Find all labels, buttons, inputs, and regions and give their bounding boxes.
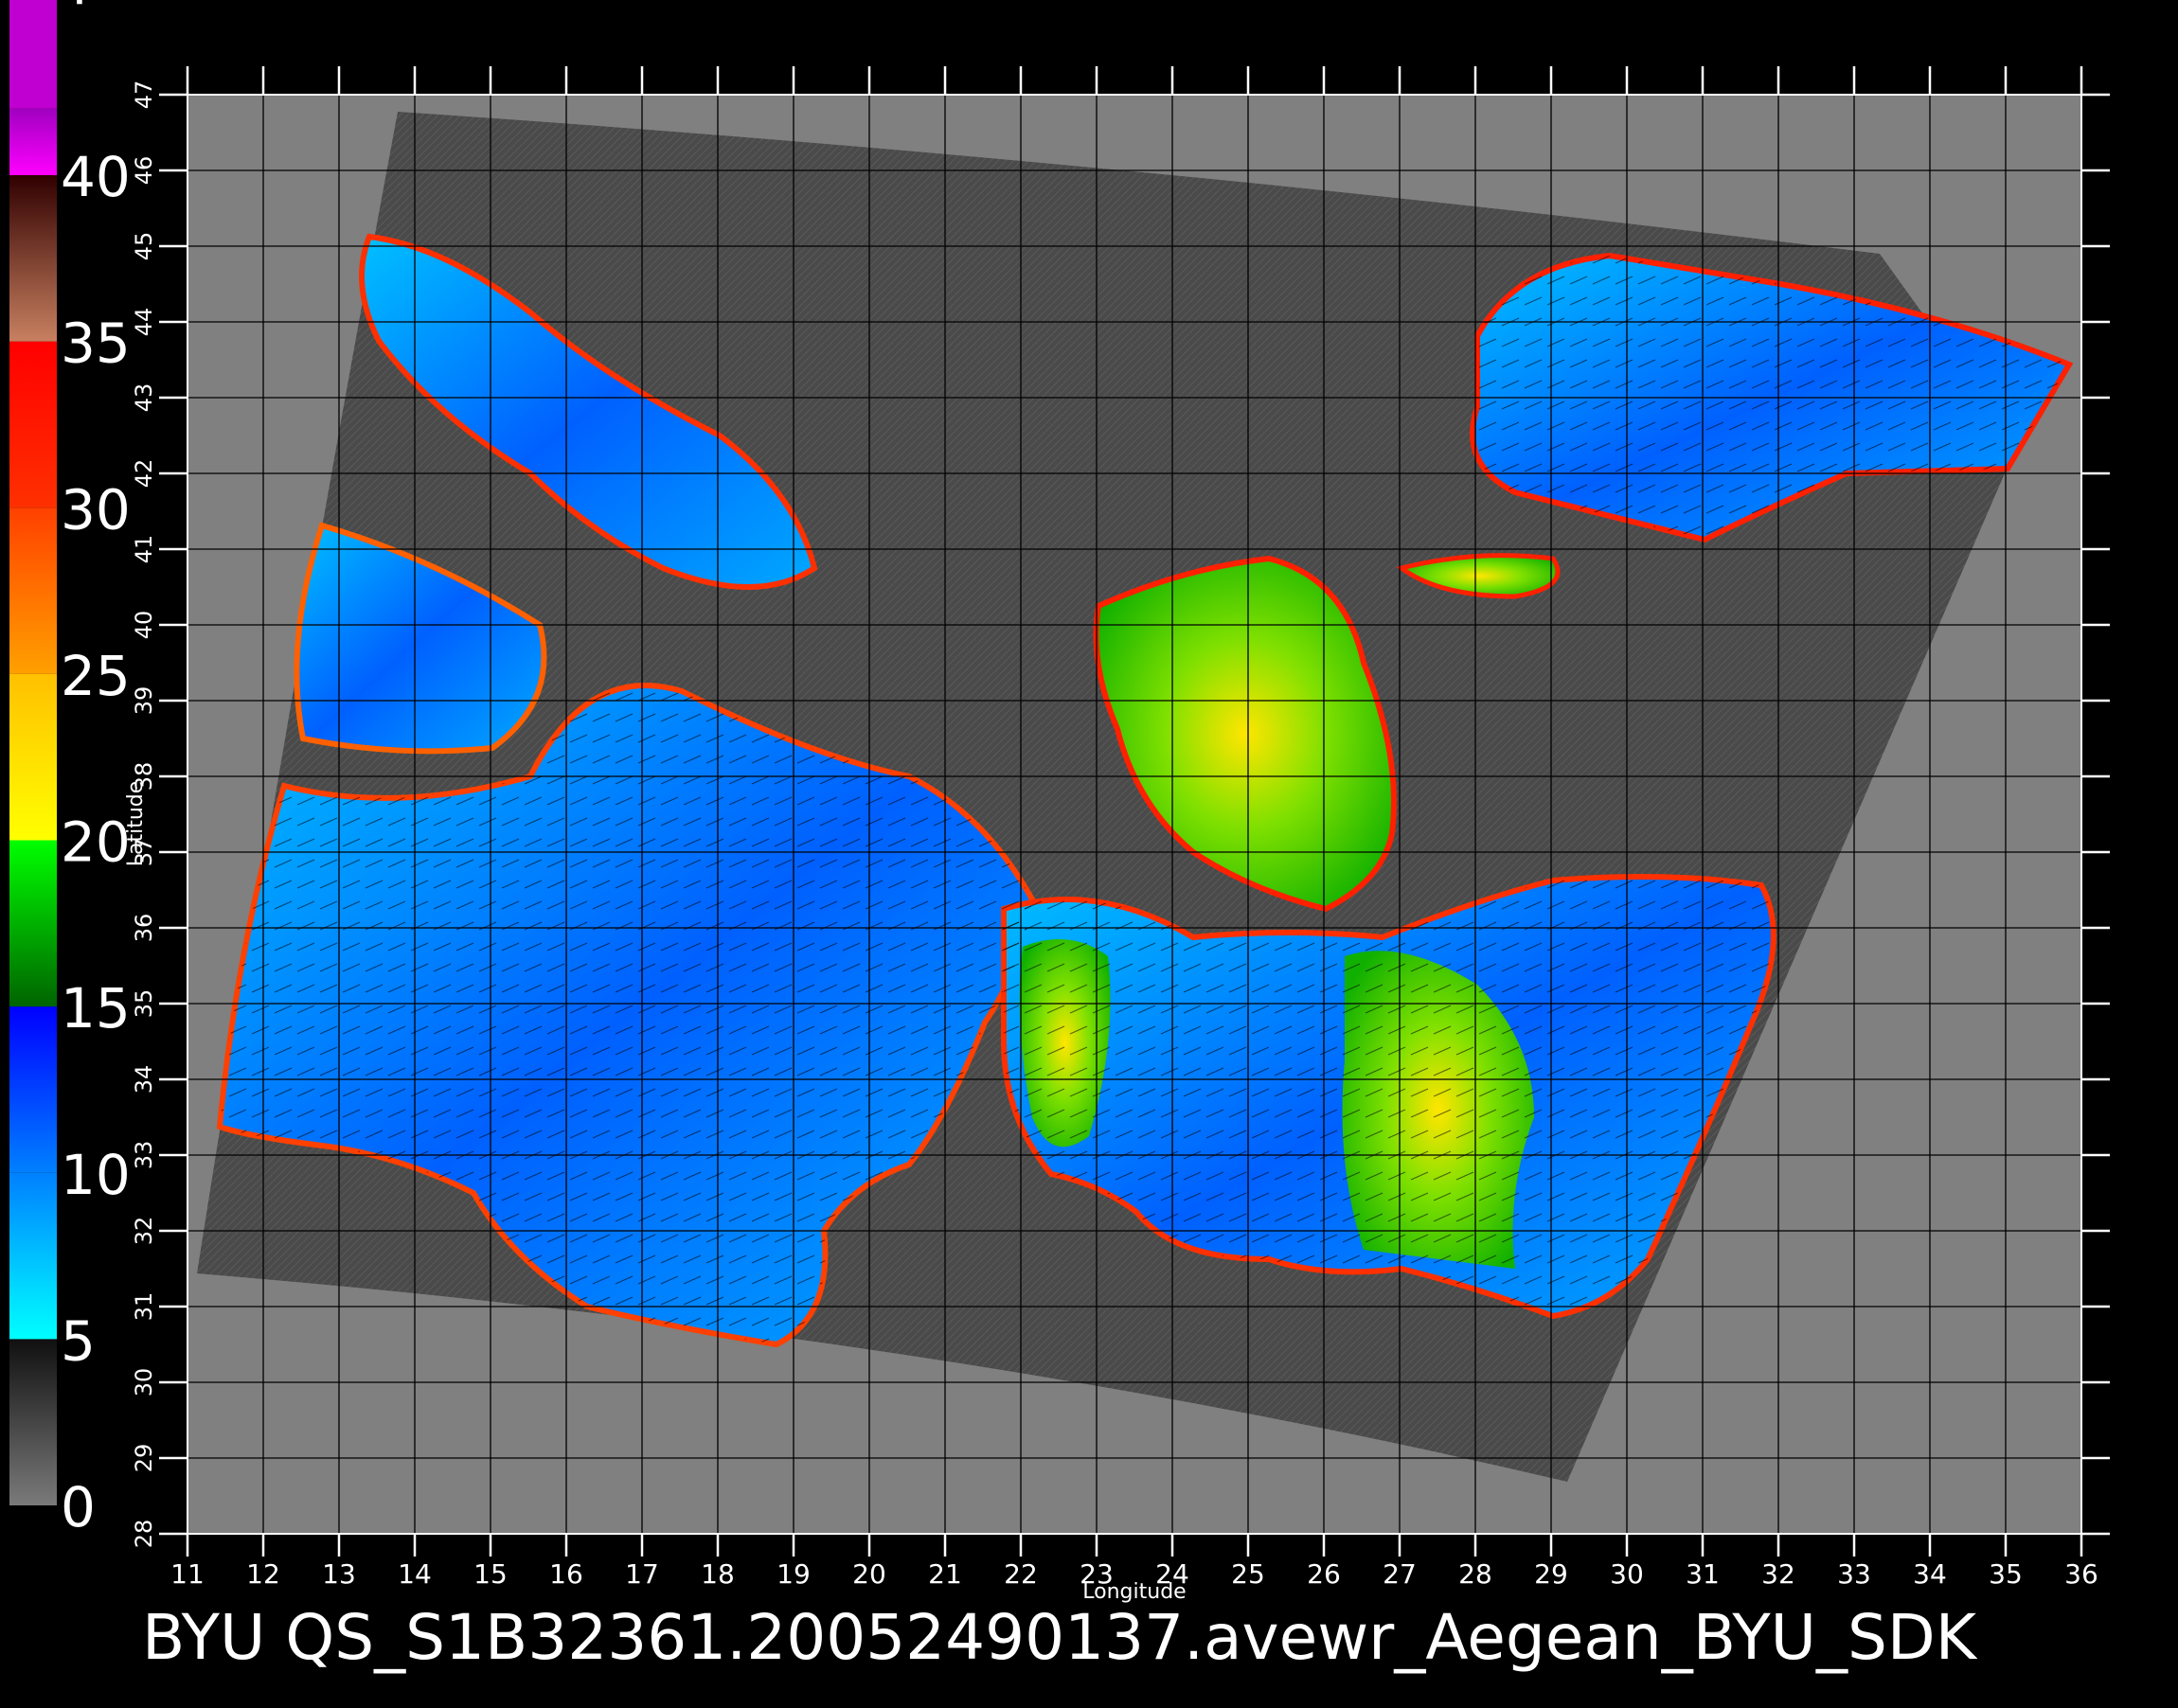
colorbar-band xyxy=(9,1172,57,1340)
y-tick-label: 33 xyxy=(131,1141,157,1170)
x-tick-label: 25 xyxy=(1231,1558,1265,1590)
y-tick-label: 29 xyxy=(131,1444,157,1473)
x-tick-label: 28 xyxy=(1458,1558,1492,1590)
x-tick-label: 34 xyxy=(1913,1558,1947,1590)
x-tick-label: 32 xyxy=(1761,1558,1795,1590)
colorbar-band xyxy=(9,1006,57,1173)
x-tick-label: 31 xyxy=(1686,1558,1720,1590)
x-tick-label: 12 xyxy=(246,1558,280,1590)
x-tick-label: 26 xyxy=(1307,1558,1341,1590)
colorbar-label: 0 xyxy=(61,1475,96,1539)
x-tick-label: 15 xyxy=(473,1558,508,1590)
colorbar-band xyxy=(9,673,57,841)
colorbar-band xyxy=(9,840,57,1007)
colorbar-top-label: 4 xyxy=(57,0,91,17)
y-tick-label: 46 xyxy=(131,156,157,186)
colorbar-band xyxy=(9,175,57,342)
colorbar-label: 10 xyxy=(61,1143,131,1207)
y-tick-label: 44 xyxy=(131,308,157,337)
x-tick-label: 29 xyxy=(1534,1558,1568,1590)
colorbar-band xyxy=(9,0,57,109)
x-tick-label: 18 xyxy=(701,1558,735,1590)
y-tick-label: 35 xyxy=(131,989,157,1019)
x-tick-label: 11 xyxy=(170,1558,205,1590)
x-tick-label: 17 xyxy=(625,1558,659,1590)
colorbar-band xyxy=(9,341,57,508)
wind-map-svg: 0 5 10 15 20 25 30 35 40 4 11 12 13 14 15 16 17 18 19 20 2… xyxy=(9,0,2110,1674)
y-tick-label: 42 xyxy=(131,459,157,489)
y-tick-label: 31 xyxy=(131,1292,157,1322)
wind-map-figure: 0 5 10 15 20 25 30 35 40 4 11 12 13 14 15 16 17 18 19 20 2… xyxy=(0,0,2178,1704)
x-tick-label: 14 xyxy=(398,1558,432,1590)
y-tick-label: 34 xyxy=(131,1065,157,1094)
x-tick-label: 22 xyxy=(1004,1558,1038,1590)
x-tick-label: 30 xyxy=(1610,1558,1644,1590)
colorbar-label: 40 xyxy=(61,145,131,209)
y-tick-label: 32 xyxy=(131,1217,157,1246)
x-tick-label: 20 xyxy=(852,1558,886,1590)
x-tick-label: 33 xyxy=(1837,1558,1871,1590)
y-tick-label: 36 xyxy=(131,914,157,943)
colorbar-band xyxy=(9,507,57,674)
y-tick-label: 40 xyxy=(131,611,157,640)
figure-title: BYU QS_S1B32361.20052490137.avewr_Aegean… xyxy=(142,1601,1978,1674)
colorbar-label: 15 xyxy=(61,976,131,1041)
x-tick-label: 16 xyxy=(549,1558,583,1590)
x-tick-label: 36 xyxy=(2064,1558,2098,1590)
y-tick-label: 43 xyxy=(131,383,157,413)
colorbar-label: 35 xyxy=(61,311,131,376)
colorbar-band xyxy=(9,1339,57,1505)
x-tick-label: 13 xyxy=(322,1558,356,1590)
y-tick-label: 41 xyxy=(131,535,157,564)
colorbar-label: 5 xyxy=(61,1308,96,1373)
colorbar: 0 5 10 15 20 25 30 35 40 xyxy=(9,0,131,1539)
colorbar-label: 30 xyxy=(61,477,131,542)
y-axis-label: Latitude xyxy=(124,781,148,867)
colorbar-band xyxy=(9,108,57,175)
y-tick-label: 39 xyxy=(131,686,157,716)
x-tick-label: 21 xyxy=(928,1558,962,1590)
x-tick-label: 19 xyxy=(777,1558,811,1590)
x-tick-label: 35 xyxy=(1989,1558,2023,1590)
x-tick-label: 27 xyxy=(1383,1558,1417,1590)
colorbar-label: 25 xyxy=(61,644,131,708)
y-tick-label: 45 xyxy=(131,232,157,261)
colorbar-label: 20 xyxy=(61,810,131,875)
y-tick-label: 28 xyxy=(131,1520,157,1549)
y-tick-label: 30 xyxy=(131,1368,157,1397)
y-tick-label: 47 xyxy=(131,80,157,110)
